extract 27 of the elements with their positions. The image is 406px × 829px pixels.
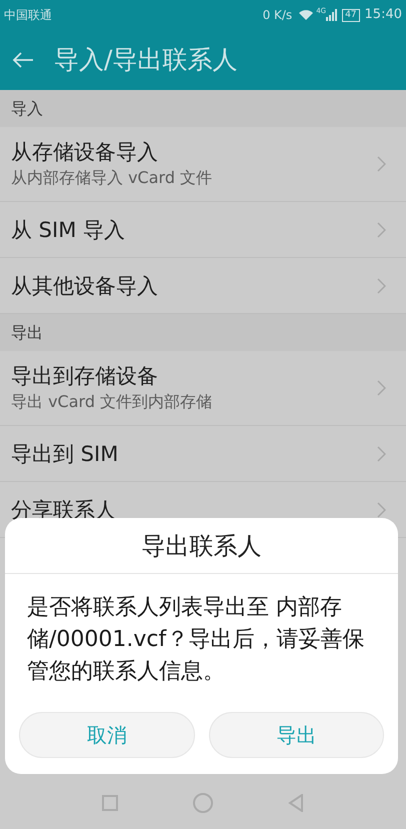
chevron-icon — [377, 222, 386, 238]
chevron-icon — [377, 502, 386, 518]
signal-icon — [326, 9, 338, 21]
item-title: 导出到 SIM — [11, 440, 120, 468]
chevron-icon — [377, 156, 386, 172]
wifi-icon — [298, 9, 314, 21]
section-header: 导出 — [11, 322, 43, 344]
recents-icon[interactable] — [102, 795, 118, 811]
app-bar-title: 导入/导出联系人 — [54, 44, 238, 76]
chevron-icon — [377, 446, 386, 462]
chevron-icon — [377, 278, 386, 294]
home-icon[interactable] — [193, 793, 213, 813]
item-title: 导出到存储设备 — [11, 363, 159, 390]
network-speed: 0 K/s — [262, 7, 292, 24]
item-subtitle: 导出 vCard 文件到内部存储 — [11, 391, 214, 413]
item-title: 从 SIM 导入 — [11, 216, 126, 244]
carrier-text: 中国联通 — [4, 7, 52, 24]
dialog-message: 是否将联系人列表导出至 内部存储/00001.vcf？导出后，请妥善保管您的联系人信息。 — [26, 594, 366, 686]
item-subtitle: 从内部存储导入 vCard 文件 — [11, 167, 214, 189]
battery-indicator: 47 — [342, 8, 360, 22]
item-title: 从存储设备导入 — [11, 139, 159, 166]
back-icon[interactable] — [288, 794, 304, 812]
item-title: 从其他设备导入 — [11, 272, 159, 300]
section-header: 导入 — [11, 98, 43, 120]
back-arrow-icon[interactable] — [12, 51, 34, 69]
chevron-icon — [377, 380, 386, 396]
clock-text: 15:40 — [364, 6, 402, 24]
